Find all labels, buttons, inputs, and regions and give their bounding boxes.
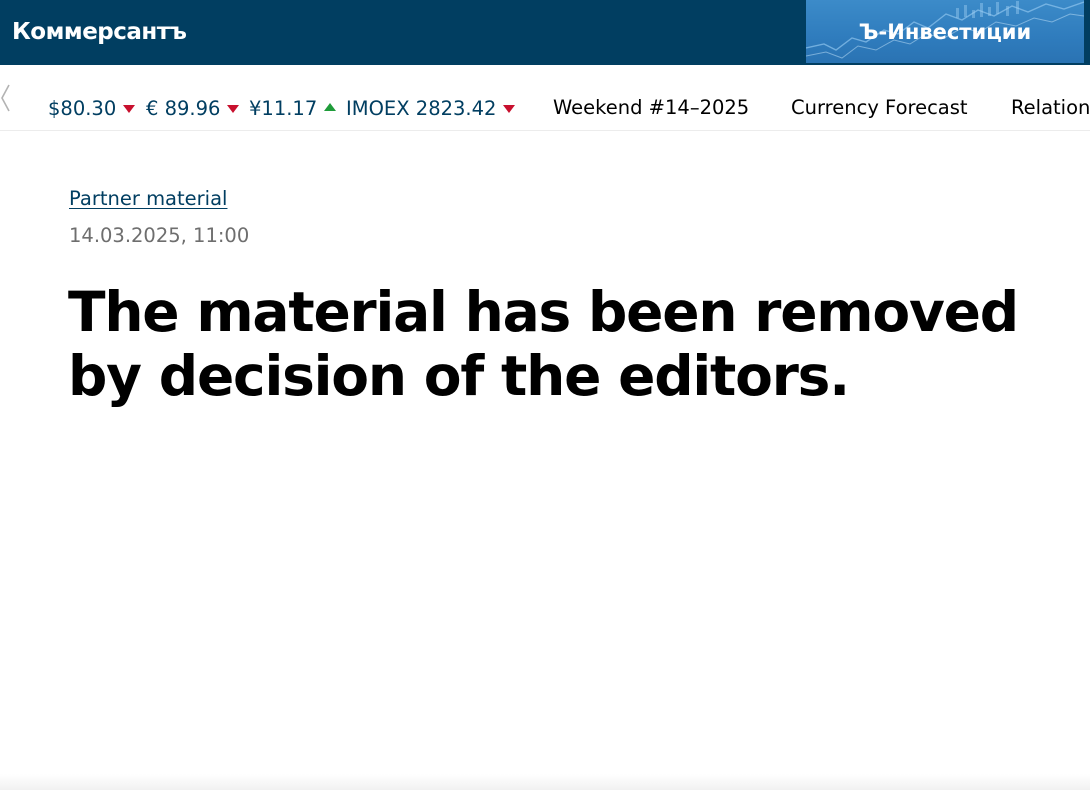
ticker-cny[interactable]: ¥11.17 bbox=[249, 96, 337, 120]
investments-banner-label: Ъ-Инвестиции bbox=[858, 20, 1032, 44]
ticker-usd-value: $80.30 bbox=[48, 96, 117, 120]
ticker-eur-value: € 89.96 bbox=[146, 96, 221, 120]
nav-link-weekend[interactable]: Weekend #14–2025 bbox=[553, 96, 749, 120]
trend-up-icon bbox=[324, 103, 337, 111]
nav-link-relation[interactable]: Relation bbox=[1011, 96, 1090, 120]
site-logo[interactable]: Коммерсантъ bbox=[12, 17, 187, 47]
article-headline: The material has been removed by decisio… bbox=[68, 280, 1019, 408]
page-bottom-edge bbox=[0, 774, 1090, 790]
investments-banner[interactable]: Ъ-Инвестиции bbox=[806, 0, 1084, 63]
ticker-imoex-value: IMOEX 2823.42 bbox=[346, 96, 497, 120]
ticker-imoex[interactable]: IMOEX 2823.42 bbox=[346, 96, 516, 120]
nav-link-currency-forecast[interactable]: Currency Forecast bbox=[791, 96, 968, 120]
trend-down-icon bbox=[503, 105, 516, 113]
article-date: 14.03.2025, 11:00 bbox=[69, 224, 250, 247]
ticker-usd[interactable]: $80.30 bbox=[48, 96, 136, 120]
site-header: Коммерсантъ Ъ-Инвестиции bbox=[0, 0, 1090, 65]
article-category-link[interactable]: Partner material bbox=[69, 186, 227, 212]
ticker-eur[interactable]: € 89.96 bbox=[146, 96, 240, 120]
ticker-cny-value: ¥11.17 bbox=[249, 96, 318, 120]
chevron-left-icon[interactable] bbox=[0, 81, 12, 115]
trend-down-icon bbox=[123, 105, 136, 113]
trend-down-icon bbox=[227, 105, 240, 113]
ticker-nav-bar: $80.30 € 89.96 ¥11.17 IMOEX 2823.42 Week… bbox=[0, 65, 1090, 131]
